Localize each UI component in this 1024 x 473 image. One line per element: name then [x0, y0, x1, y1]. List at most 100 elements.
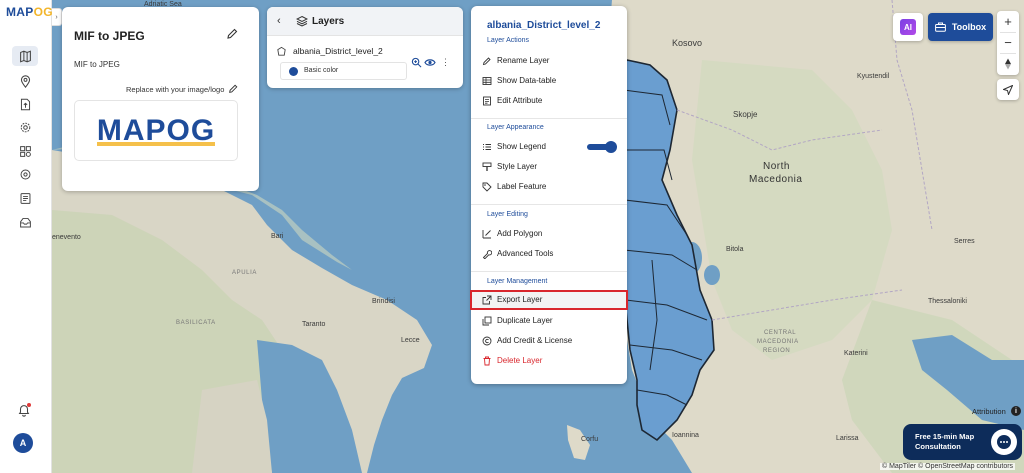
menu-label: Export Layer [497, 295, 543, 304]
project-logo-image: MAPOG [96, 114, 216, 148]
section-layer-appearance: Layer Appearance [487, 124, 544, 131]
section-layer-management: Layer Management [487, 278, 548, 285]
menu-label: Delete Layer [497, 356, 543, 365]
map-label-kyustendil: Kyustendil [857, 73, 890, 80]
map-label-bari: Bari [271, 233, 284, 240]
map-label-corfu: Corfu [581, 436, 599, 443]
compass-north-icon [1005, 58, 1011, 69]
consultation-banner[interactable]: Free 15-min Map Consultation [903, 424, 1022, 460]
locate-button[interactable] [997, 79, 1019, 100]
analysis-icon [19, 145, 31, 157]
menu-label: Advanced Tools [497, 249, 554, 258]
avatar[interactable]: A [13, 433, 33, 453]
menu-divider [471, 204, 627, 205]
map-label-bitola: Bitola [726, 246, 744, 253]
logo-text: MAP [6, 5, 34, 19]
edit-pencil-icon[interactable] [226, 28, 238, 40]
chat-bubble-icon [997, 435, 1011, 449]
menu-item-add-credit-license[interactable]: Add Credit & License [471, 331, 627, 351]
map-label-kosovo: Kosovo [672, 38, 703, 48]
menu-title: albania_District_level_2 [487, 20, 601, 31]
map-label-brindisi: Brindisi [372, 298, 395, 305]
location-pin-icon [20, 74, 30, 88]
legend-list-icon [483, 144, 491, 150]
back-button[interactable]: ‹ [277, 15, 281, 27]
sidebar-item-report[interactable] [12, 188, 38, 208]
replace-logo-label[interactable]: Replace with your image/logo [126, 85, 224, 94]
menu-item-add-polygon[interactable]: Add Polygon [471, 224, 627, 244]
menu-item-export-layer[interactable]: Export Layer [470, 290, 628, 310]
layers-header: ‹ Layers [267, 7, 463, 36]
layers-panel: ‹ Layers albania_District_level_2 ⋮ Basi… [267, 7, 463, 88]
inbox-icon [19, 217, 31, 227]
menu-item-show-data-table[interactable]: Show Data-table [471, 71, 627, 91]
zoom-controls: + − [997, 11, 1019, 75]
notification-dot [27, 403, 31, 407]
consultation-text: Free 15-min Map Consultation [915, 432, 975, 451]
info-icon[interactable]: i [1011, 406, 1021, 416]
layer-name[interactable]: albania_District_level_2 [293, 46, 383, 56]
menu-divider [471, 271, 627, 272]
sidebar-item-location[interactable] [12, 71, 38, 91]
more-vertical-icon[interactable]: ⋮ [441, 57, 450, 68]
layer-context-menu: albania_District_level_2 Layer Actions R… [470, 6, 628, 384]
menu-label: Duplicate Layer [497, 316, 553, 325]
project-card: MIF to JPEG MIF to JPEG Replace with you… [62, 7, 259, 191]
menu-item-show-legend[interactable]: Show Legend [471, 137, 627, 157]
show-legend-toggle[interactable] [587, 141, 617, 153]
compass-button[interactable] [997, 53, 1019, 74]
sidebar-collapse-button[interactable]: › [52, 8, 62, 26]
menu-item-advanced-tools[interactable]: Advanced Tools [471, 244, 627, 264]
app-logo[interactable]: MAPOG [6, 5, 53, 19]
globe-settings-icon [20, 169, 30, 179]
replace-logo-edit-icon[interactable] [228, 84, 238, 94]
menu-item-delete-layer[interactable]: Delete Layer [471, 351, 627, 371]
section-layer-editing: Layer Editing [487, 211, 528, 218]
map-label-serres: Serres [954, 238, 975, 245]
map-label-north: North [763, 161, 790, 172]
layers-title: Layers [312, 16, 345, 27]
layer-style-swatch[interactable]: Basic color [280, 62, 407, 80]
map-label-macedonia: Macedonia [749, 174, 803, 185]
trash-icon [483, 356, 491, 366]
zoom-to-layer-icon[interactable] [411, 57, 422, 68]
menu-item-style-layer[interactable]: Style Layer [471, 157, 627, 177]
sidebar-item-analysis[interactable] [12, 141, 38, 161]
map-label-basilicata: BASILICATA [176, 320, 216, 326]
menu-label: Show Data-table [497, 76, 557, 85]
layers-stack-icon [296, 15, 308, 27]
map-label-apulia: APULIA [232, 270, 257, 276]
menu-item-label-feature[interactable]: Label Feature [471, 177, 627, 197]
section-layer-actions: Layer Actions [487, 37, 530, 44]
map-label-central-2: MACEDONIA [757, 339, 799, 345]
menu-label: Add Polygon [497, 229, 543, 238]
sidebar-item-globe[interactable] [12, 164, 38, 184]
zoom-out-button[interactable]: − [997, 32, 1019, 53]
map-label-skopje: Skopje [733, 110, 758, 119]
menu-label: Rename Layer [497, 56, 550, 65]
logo-underline [96, 141, 216, 146]
menu-item-edit-attribute[interactable]: Edit Attribute [471, 91, 627, 111]
visibility-eye-icon[interactable] [424, 57, 436, 68]
sidebar-item-upload[interactable] [12, 94, 38, 114]
add-polygon-icon [482, 230, 491, 239]
project-logo-box[interactable]: MAPOG [74, 100, 238, 161]
upload-file-icon [20, 98, 30, 110]
menu-item-duplicate-layer[interactable]: Duplicate Layer [471, 311, 627, 331]
sidebar-item-settings[interactable] [12, 117, 38, 137]
map-label-taranto: Taranto [302, 321, 326, 328]
sidebar-item-inbox[interactable] [12, 212, 38, 232]
ai-assistant-button[interactable]: AI [893, 13, 923, 41]
sidebar-item-map[interactable] [12, 46, 38, 66]
menu-item-rename-layer[interactable]: Rename Layer [471, 51, 627, 71]
map-copyright: © MapTiler © OpenStreetMap contributors [880, 463, 1016, 470]
zoom-in-button[interactable]: + [997, 11, 1019, 32]
report-icon [20, 192, 30, 204]
style-label: Basic color [304, 67, 339, 74]
map-label-ioannina: Ioannina [672, 432, 699, 439]
project-title: MIF to JPEG [74, 29, 145, 43]
map-icon [19, 49, 31, 63]
chat-button[interactable] [991, 429, 1017, 455]
toolbox-button[interactable]: Toolbox [928, 13, 993, 41]
attribution-label[interactable]: Attribution [972, 407, 1006, 416]
